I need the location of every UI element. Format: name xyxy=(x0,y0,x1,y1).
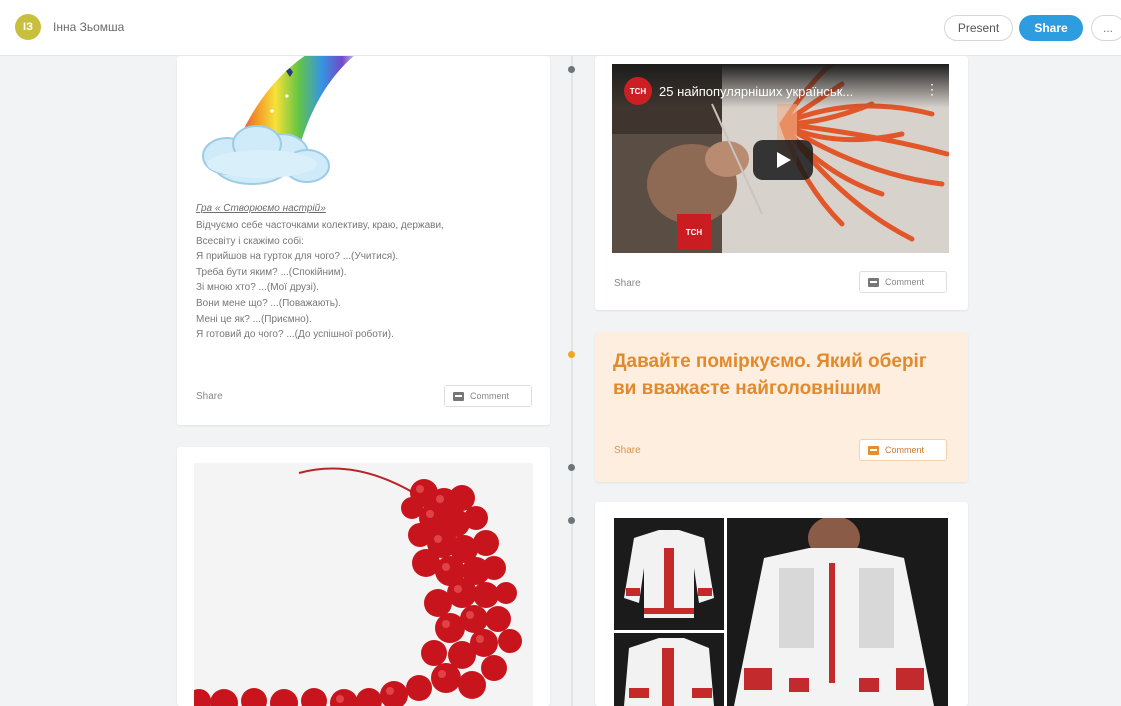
poem-line: Вони мене що? ...(Поважають). xyxy=(196,297,342,309)
red-beads-necklace-image xyxy=(194,463,533,706)
poem-text: Відчуємо себе часточками колективу, краю… xyxy=(196,218,536,343)
channel-logo[interactable]: ТСН xyxy=(624,77,652,105)
video-menu-icon[interactable]: ⋮ xyxy=(925,82,939,96)
poem-line: Мені це як? ...(Приємно). xyxy=(196,313,312,325)
avatar[interactable]: ІЗ xyxy=(15,14,41,40)
embroidery-card[interactable] xyxy=(595,502,968,706)
share-link[interactable]: Share xyxy=(196,391,223,402)
rainbow-cloud-image xyxy=(202,56,354,185)
question-card[interactable]: Давайте поміркуємо. Який оберіг ви вважа… xyxy=(595,332,968,482)
more-button[interactable]: ... xyxy=(1091,15,1121,41)
top-bar: ІЗ Інна Зьомша Present Share ... xyxy=(0,0,1121,56)
poem-line: Я прийшов на гурток для чого? ...(Учитис… xyxy=(196,251,399,263)
play-button[interactable] xyxy=(753,140,813,180)
comment-button[interactable]: Comment xyxy=(859,439,947,461)
question-text: Давайте поміркуємо. Який оберіг ви вважа… xyxy=(613,351,927,399)
comment-label: Comment xyxy=(470,391,510,401)
timeline-dot xyxy=(568,517,575,524)
timeline-dot-active xyxy=(568,351,575,358)
timeline-dot xyxy=(568,66,575,73)
share-button[interactable]: Share xyxy=(1019,15,1083,41)
video-player[interactable]: ТСН 25 найпопулярніших українськ... ⋮ ТС… xyxy=(612,64,949,253)
comment-label: Comment xyxy=(885,445,925,455)
embroidered-shirts-image xyxy=(614,518,948,706)
share-link[interactable]: Share xyxy=(614,445,641,456)
share-link[interactable]: Share xyxy=(614,278,641,289)
comment-icon xyxy=(453,391,464,401)
poem-line: Я готовий до чого? ...(До успішної робот… xyxy=(196,329,394,341)
poem-line: Відчуємо себе часточками колективу, краю… xyxy=(196,220,444,231)
poem-line: Всесвіту і скажімо собі: xyxy=(196,235,304,247)
owner-name[interactable]: Інна Зьомша xyxy=(53,20,124,34)
present-button[interactable]: Present xyxy=(944,15,1013,41)
poem-card[interactable]: Гра « Створюємо настрій» Відчуємо себе ч… xyxy=(177,56,550,425)
poem-line: Треба бути яким? ...(Спокійним). xyxy=(196,266,347,278)
comment-label: Comment xyxy=(885,277,925,287)
poem-title[interactable]: Гра « Створюємо настрій» xyxy=(196,203,326,214)
comment-button[interactable]: Comment xyxy=(859,271,947,293)
comment-button[interactable]: Comment xyxy=(444,385,532,407)
channel-badge: ТСН xyxy=(677,214,711,250)
comment-icon xyxy=(868,277,879,287)
timeline-dot xyxy=(568,464,575,471)
poem-line: Зі мною хто? ...(Мої друзі). xyxy=(196,282,319,294)
timeline-line xyxy=(571,56,573,706)
video-card[interactable]: ТСН 25 найпопулярніших українськ... ⋮ ТС… xyxy=(595,56,968,310)
comment-icon xyxy=(868,445,879,455)
video-title[interactable]: 25 найпопулярніших українськ... xyxy=(659,84,919,99)
necklace-card[interactable] xyxy=(177,447,550,706)
